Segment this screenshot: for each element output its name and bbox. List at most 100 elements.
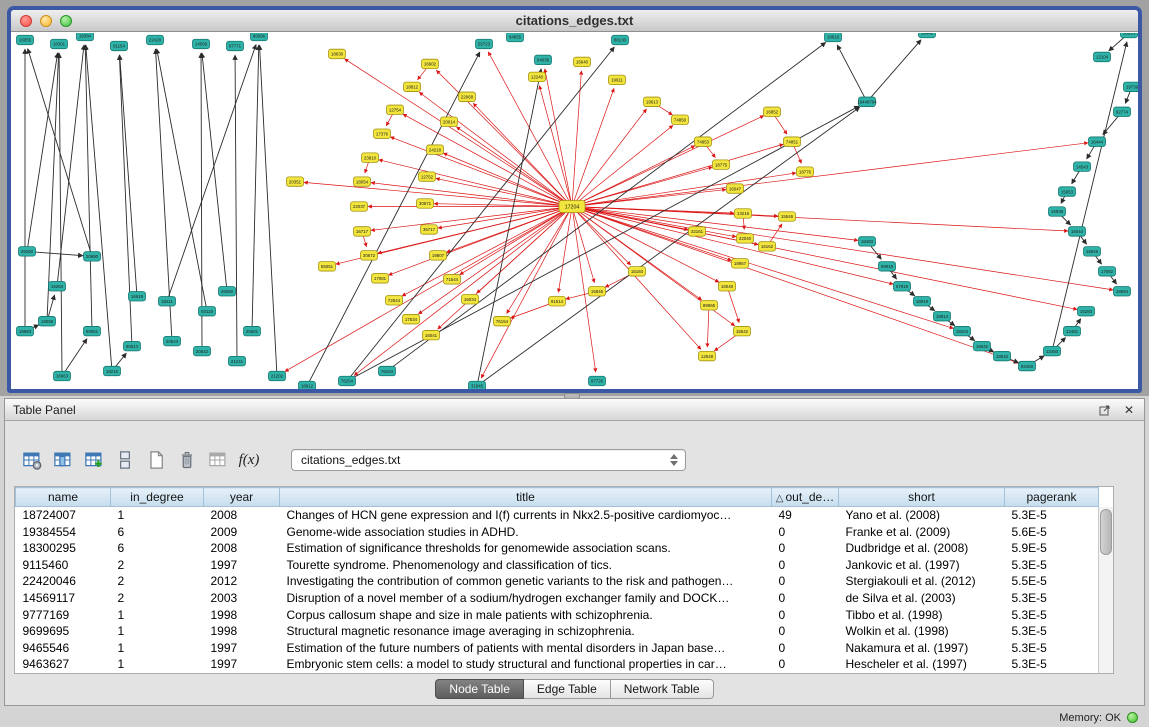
cell-out-degree[interactable]: 0 [772, 590, 839, 607]
network-node[interactable]: 20014 [441, 117, 458, 126]
network-node[interactable]: 22420 [147, 35, 164, 44]
cell-short[interactable]: Hescheler et al. (1997) [839, 656, 1005, 673]
network-canvas[interactable]: 1720416902188121275417376238101805422037… [11, 33, 1138, 389]
network-edge[interactable] [47, 53, 59, 321]
network-node[interactable]: 15938 [1049, 207, 1066, 216]
network-node[interactable]: 16047 [727, 184, 744, 193]
network-node[interactable]: 94655 [507, 33, 524, 42]
cell-name[interactable]: 9463627 [16, 656, 111, 673]
network-node[interactable]: 12240 [529, 72, 546, 81]
network-edge[interactable] [371, 207, 572, 231]
network-node[interactable]: 16902 [422, 59, 439, 68]
network-node[interactable]: 32161 [689, 227, 706, 236]
network-node[interactable]: 12104 [1094, 52, 1111, 61]
cell-year[interactable]: 1997 [204, 557, 280, 574]
network-edge[interactable] [572, 207, 1077, 310]
network-edge[interactable] [837, 45, 867, 102]
network-node[interactable]: 19807 [430, 251, 447, 260]
network-node[interactable]: 16444 [1089, 137, 1106, 146]
network-node[interactable]: 18211 [159, 297, 176, 306]
network-node[interactable]: 19058 [39, 316, 56, 325]
network-edge[interactable] [572, 207, 736, 237]
network-node[interactable]: 12548 [699, 351, 716, 360]
network-node[interactable]: 16044 [1069, 227, 1086, 236]
cell-name[interactable]: 9777169 [16, 607, 111, 624]
network-node[interactable]: 30671 [417, 199, 434, 208]
float-panel-icon[interactable] [1098, 403, 1112, 417]
network-node[interactable]: 16619 [129, 292, 146, 301]
cell-in-degree[interactable]: 2 [111, 590, 204, 607]
network-node[interactable]: 18542 [994, 351, 1011, 360]
network-node[interactable]: 23810 [362, 153, 379, 162]
cell-in-degree[interactable]: 1 [111, 656, 204, 673]
network-node[interactable]: 71544 [444, 275, 461, 284]
cell-short[interactable]: Wolkin et al. (1998) [839, 623, 1005, 640]
network-node[interactable]: 17081 [372, 274, 389, 283]
network-edge[interactable] [86, 45, 112, 371]
table-row[interactable]: 1456911722003Disruption of a novel membe… [16, 590, 1099, 607]
cell-title[interactable]: Estimation of significance thresholds fo… [280, 540, 772, 557]
network-node[interactable]: 12481 [1064, 326, 1081, 335]
network-edge[interactable] [252, 45, 259, 331]
cell-name[interactable]: 18724007 [16, 507, 111, 524]
new-table-button[interactable] [143, 447, 169, 473]
cell-short[interactable]: Nakamura et al. (1997) [839, 640, 1005, 657]
network-edge[interactable] [572, 207, 701, 350]
cell-pagerank[interactable]: 5.9E-5 [1005, 540, 1099, 557]
network-node[interactable]: 15184 [629, 267, 646, 276]
network-node[interactable]: 20542 [194, 346, 211, 355]
network-node[interactable]: 92774 [1114, 107, 1131, 116]
column-header-out-degree[interactable]: △out_de… [772, 488, 839, 507]
cell-short[interactable]: Stergiakouli et al. (2012) [839, 573, 1005, 590]
network-node[interactable]: 17376 [374, 129, 391, 138]
network-node[interactable]: 16162 [759, 242, 776, 251]
network-node[interactable]: 93119 [199, 306, 216, 315]
cell-name[interactable]: 18300295 [16, 540, 111, 557]
network-edge[interactable] [572, 207, 1068, 231]
network-node[interactable]: 16717 [354, 227, 371, 236]
table-scrollbar[interactable] [1098, 507, 1113, 673]
cell-out-degree[interactable]: 0 [772, 623, 839, 640]
minimize-window-button[interactable] [40, 15, 52, 27]
cell-year[interactable]: 2008 [204, 540, 280, 557]
import-table-button[interactable] [205, 447, 231, 473]
network-node[interactable]: 14569 [193, 39, 210, 48]
network-edge[interactable] [460, 207, 572, 275]
network-node[interactable]: 24218 [427, 145, 444, 154]
network-node[interactable]: 15542 [734, 326, 751, 335]
network-node[interactable]: 18616 [825, 33, 842, 42]
network-node[interactable]: 89965 [701, 300, 718, 309]
network-node[interactable]: 13216 [735, 209, 752, 218]
table-row[interactable]: 2242004622012Investigating the contribut… [16, 573, 1099, 590]
column-header-pagerank[interactable]: pagerank [1005, 488, 1099, 507]
show-columns-button[interactable] [50, 447, 76, 473]
network-node[interactable]: 30672 [361, 251, 378, 260]
cell-in-degree[interactable]: 1 [111, 640, 204, 657]
network-node[interactable]: 16041 [423, 330, 440, 339]
cell-title[interactable]: Tourette syndrome. Phenomenology and cla… [280, 557, 772, 574]
column-header-year[interactable]: year [204, 488, 280, 507]
cell-year[interactable]: 1998 [204, 623, 280, 640]
network-edge[interactable] [436, 70, 572, 206]
cell-out-degree[interactable]: 0 [772, 640, 839, 657]
network-node[interactable]: 16042 [974, 341, 991, 350]
cell-year[interactable]: 1998 [204, 607, 280, 624]
network-node[interactable]: 59051 [84, 326, 101, 335]
cell-pagerank[interactable]: 5.3E-5 [1005, 557, 1099, 574]
network-node[interactable]: 88130 [612, 35, 629, 44]
network-node[interactable]: 16913 [1121, 33, 1138, 38]
network-node[interactable]: 12752 [419, 172, 436, 181]
cell-short[interactable]: Dudbridge et al. (2008) [839, 540, 1005, 557]
network-edge[interactable] [307, 52, 480, 386]
network-node[interactable]: 15284 [49, 282, 66, 291]
zoom-window-button[interactable] [60, 15, 72, 27]
table-row[interactable]: 946362711997Embryonic stem cells: a mode… [16, 656, 1099, 673]
network-node[interactable]: 55051 [319, 262, 336, 271]
network-node[interactable]: 15546 [779, 212, 796, 221]
table-row[interactable]: 1938455462009Genome-wide association stu… [16, 524, 1099, 541]
cell-title[interactable]: Embryonic stem cells: a model to study s… [280, 656, 772, 673]
network-node[interactable]: 69919 [879, 262, 896, 271]
close-panel-icon[interactable]: ✕ [1122, 403, 1136, 417]
network-node[interactable]: 16034 [462, 295, 479, 304]
cell-out-degree[interactable]: 0 [772, 557, 839, 574]
